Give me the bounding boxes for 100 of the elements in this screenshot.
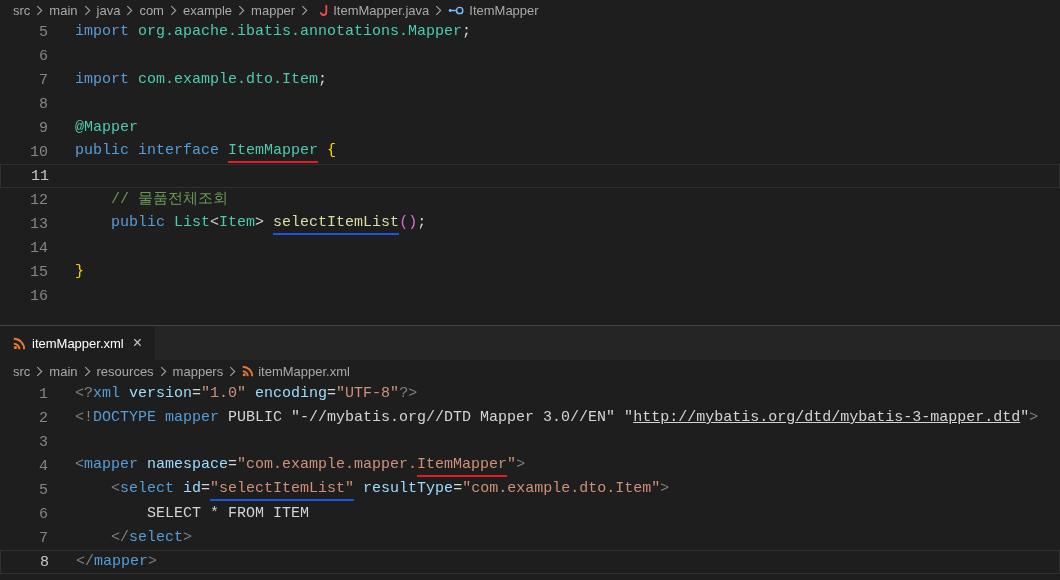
chevron-right-icon: [169, 4, 177, 16]
code-text: =: [453, 479, 463, 499]
code-text: =: [192, 384, 202, 404]
line-number: 9: [38, 119, 48, 137]
code-text: List: [174, 213, 211, 233]
code-text: http://mybatis.org/dtd/mybatis-3-mapper.dtd: [633, 408, 1021, 428]
breadcrumb-item[interactable]: itemMapper.xml: [258, 363, 350, 379]
rss-icon: [242, 365, 255, 377]
breadcrumb-item[interactable]: mapper: [251, 2, 296, 18]
code-text: </: [110, 528, 129, 548]
code-text: mapper: [164, 408, 220, 428]
breadcrumb-item[interactable]: com: [139, 2, 164, 18]
line-number: 1: [38, 385, 48, 403]
chevron-right-icon: [159, 365, 167, 377]
rss-icon: [13, 336, 26, 350]
code-text: }: [75, 262, 84, 282]
code-text: ;: [462, 22, 472, 42]
code-text: >: [255, 213, 266, 233]
line-number: 7: [38, 71, 48, 89]
breadcrumb-item[interactable]: main: [49, 363, 78, 379]
breadcrumb-item[interactable]: java: [96, 2, 121, 18]
chevron-right-icon: [435, 4, 443, 16]
code-text: encoding: [254, 384, 328, 404]
code-text: >: [183, 528, 193, 548]
line-number: 14: [29, 239, 48, 257]
chevron-right-icon: [83, 365, 91, 377]
code-text: id: [182, 479, 202, 499]
code-text: =: [327, 384, 337, 404]
code-text: (): [399, 213, 418, 233]
code-text: @Mapper: [75, 118, 138, 138]
line-number: 3: [38, 433, 48, 451]
chevron-right-icon: [229, 365, 237, 377]
line-number: 16: [29, 287, 48, 305]
code-text: public interface: [75, 141, 221, 161]
code-text: >: [660, 479, 670, 499]
code-text: >: [1029, 408, 1039, 428]
chevron-right-icon: [36, 365, 44, 377]
line-number: 15: [29, 263, 48, 281]
code-text: >: [516, 455, 526, 475]
line-number: 10: [29, 143, 48, 161]
code-text: mapper: [94, 552, 149, 572]
code-text: ?>: [399, 384, 418, 404]
chevron-right-icon: [301, 4, 309, 16]
line-number: 2: [38, 409, 48, 427]
code-text: >: [148, 552, 158, 572]
breadcrumb-item[interactable]: mappers: [172, 363, 224, 379]
code-text: ": [507, 455, 517, 475]
code-text: resultType: [362, 479, 454, 499]
close-button[interactable]: ×: [129, 334, 146, 352]
code-text: "-//mybatis.org//DTD Mapper 3.0//EN" ": [291, 408, 634, 428]
line-number: 8: [38, 95, 48, 113]
code-text: <!: [75, 408, 93, 428]
code-text: "UTF-8": [336, 384, 400, 404]
chevron-right-icon: [36, 4, 44, 16]
code-text: "com.example.mapper.: [237, 455, 418, 475]
chevron-right-icon: [238, 4, 246, 16]
code-text: ;: [318, 70, 328, 90]
line-number: 11: [30, 167, 49, 185]
code-text: "1.0": [201, 384, 247, 404]
line-number: 5: [38, 23, 48, 41]
code-text: <?: [75, 384, 93, 404]
breadcrumb-item[interactable]: main: [49, 2, 78, 18]
breadcrumb-item[interactable]: ItemMapper.java: [333, 2, 430, 18]
line-number: 5: [38, 481, 48, 499]
code-text: org.apache.ibatis.annotations.Mapper: [137, 22, 463, 42]
code-text: com.example.dto.Item: [137, 70, 319, 90]
code-text: ": [1020, 408, 1030, 428]
editor-tab[interactable]: itemMapper.xml ×: [0, 326, 156, 360]
j-hook-icon: [320, 3, 330, 17]
interface-icon: [448, 5, 466, 15]
code-text: xml: [93, 384, 121, 404]
code-text: select: [129, 528, 184, 548]
code-text: "selectItemList": [210, 479, 355, 501]
code-text: import: [75, 22, 129, 42]
line-number: 7: [38, 529, 48, 547]
code-text: </: [76, 552, 94, 572]
line-number: 6: [38, 47, 48, 65]
code-text: namespace: [146, 455, 229, 475]
code-text: <: [210, 213, 220, 233]
breadcrumb-item[interactable]: src: [13, 2, 31, 18]
code-text: SELECT * FROM ITEM: [146, 504, 310, 524]
code-text: // 물품전체조회: [110, 190, 228, 210]
chevron-right-icon: [126, 4, 134, 16]
code-text: PUBLIC: [227, 408, 284, 428]
breadcrumb-item[interactable]: ItemMapper: [469, 2, 539, 18]
code-text: ;: [417, 213, 427, 233]
code-text: "com.example.dto.Item": [462, 479, 661, 499]
code-text: ItemMapper: [417, 455, 508, 477]
code-text: ItemMapper: [228, 141, 319, 163]
code-text: =: [228, 455, 238, 475]
breadcrumb-item[interactable]: resources: [96, 363, 154, 379]
line-number: 8: [39, 553, 49, 571]
breadcrumb-item[interactable]: src: [13, 363, 31, 379]
chevron-right-icon: [83, 4, 91, 16]
breadcrumb-item[interactable]: example: [182, 2, 233, 18]
line-number: 4: [38, 457, 48, 475]
line-number: 12: [29, 191, 48, 209]
code-text: <: [110, 479, 120, 499]
line-number: 6: [38, 505, 48, 523]
code-text: <: [75, 455, 84, 475]
